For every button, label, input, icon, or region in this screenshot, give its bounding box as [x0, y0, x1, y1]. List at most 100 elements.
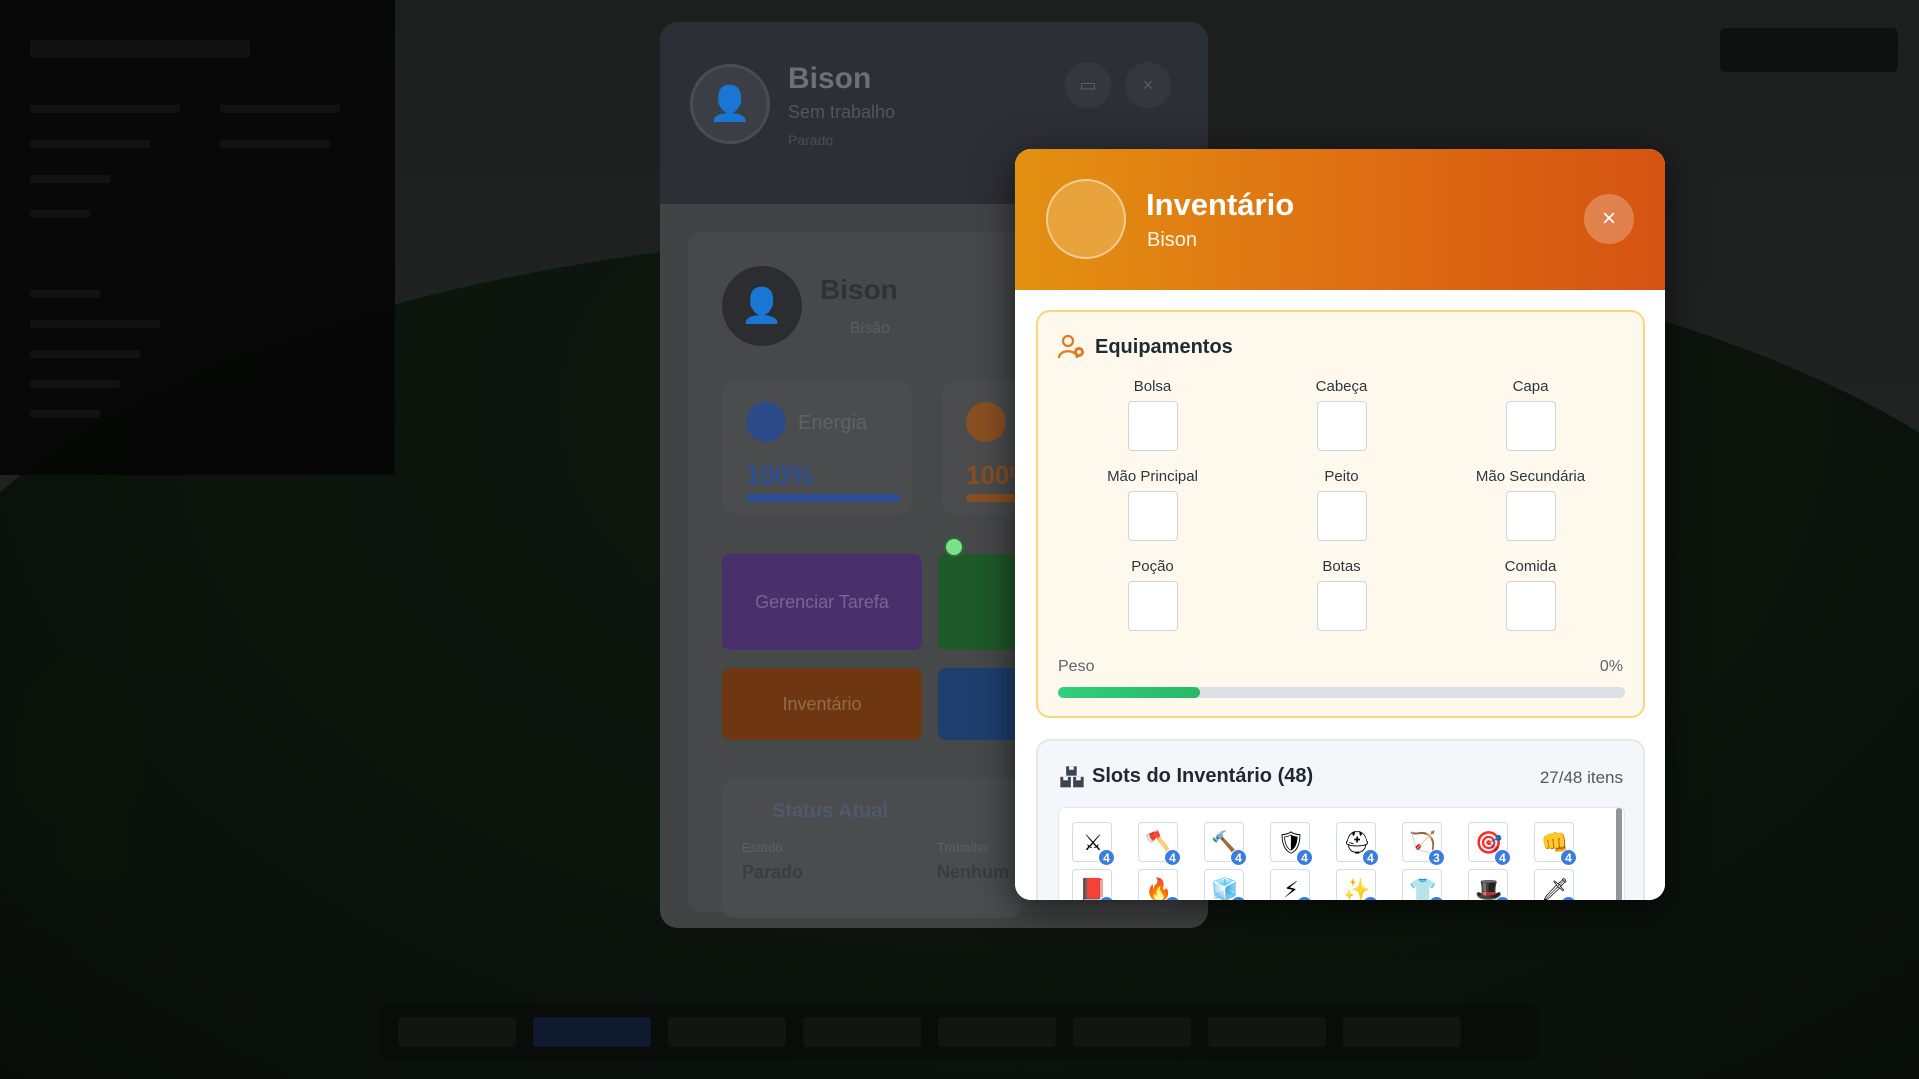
character-status: Parado — [788, 132, 834, 148]
equipment-slot: Poção — [1058, 556, 1247, 646]
action-button-green[interactable] — [938, 554, 1018, 650]
energy-icon — [746, 402, 786, 442]
equipment-slot: Cabeça — [1247, 376, 1436, 466]
status-title: Status Atual — [772, 800, 888, 822]
cursor-indicator — [944, 537, 964, 557]
item-quantity-badge: 4 — [1362, 849, 1379, 866]
toolbar-button[interactable] — [1073, 1017, 1191, 1047]
weight-bar-fill — [1058, 687, 1200, 698]
inventory-item[interactable]: 🔨 4 — [1204, 822, 1247, 866]
toolbar-button[interactable] — [803, 1017, 921, 1047]
equipment-slot-label: Bolsa — [1133, 378, 1172, 395]
manage-task-button[interactable]: Gerenciar Tarefa — [722, 554, 922, 650]
equipment-slot: Mão Secundária — [1436, 466, 1625, 556]
card-name: Bison — [820, 274, 898, 305]
user-gear-icon — [1058, 334, 1084, 359]
user-icon: 👤 — [722, 266, 802, 346]
item-quantity-badge: 4 — [1098, 849, 1115, 866]
inventory-item[interactable]: 🎩4 — [1468, 869, 1511, 900]
equipment-slot-box[interactable] — [1127, 581, 1178, 631]
modal-header: Inventário Bison × — [1015, 149, 1665, 290]
energy-label: Energia — [798, 412, 867, 434]
inventory-button[interactable]: Inventário — [722, 668, 922, 740]
tree — [120, 560, 210, 680]
item-quantity-badge: 3 — [1428, 849, 1445, 866]
equipment-slot-box[interactable] — [1127, 491, 1178, 541]
equipment-slot-box[interactable] — [1316, 491, 1367, 541]
tree — [60, 780, 130, 880]
equipment-slot-label: Poção — [1131, 558, 1174, 575]
energy-stat: Energia 100% — [722, 380, 912, 514]
scrollbar-thumb[interactable] — [1616, 808, 1622, 900]
manage-task-label: Gerenciar Tarefa — [755, 591, 889, 612]
character-name: Bison — [788, 62, 872, 95]
inventory-item[interactable]: 👕4 — [1402, 869, 1445, 900]
inventory-item[interactable]: 👊 4 — [1534, 822, 1577, 866]
character-avatar — [1046, 179, 1126, 259]
card-species: Bisão — [850, 320, 891, 337]
toolbar-button[interactable] — [938, 1017, 1056, 1047]
equipment-slot-label: Peito — [1324, 468, 1359, 485]
inventory-item[interactable]: 🎯 4 — [1468, 822, 1511, 866]
toolbar-button[interactable] — [1343, 1017, 1461, 1047]
equipment-slot-box[interactable] — [1505, 491, 1556, 541]
equipment-slot: Mão Principal — [1058, 466, 1247, 556]
inventory-item[interactable]: ✨4 — [1336, 869, 1379, 900]
item-quantity-badge: 4 — [1296, 849, 1313, 866]
inventory-item[interactable]: ⚔ 4 — [1072, 822, 1115, 866]
inventory-item[interactable]: 🏹 3 — [1402, 822, 1445, 866]
user-icon: 👤 — [690, 64, 770, 144]
item-quantity-badge: 4 — [1494, 849, 1511, 866]
character-job: Sem trabalho — [788, 102, 896, 122]
close-icon[interactable]: × — [1125, 62, 1171, 108]
equipment-slot: Capa — [1436, 376, 1625, 466]
equipment-slot-label: Comida — [1504, 558, 1557, 575]
toolbar-button[interactable] — [1208, 1017, 1326, 1047]
equipment-slot-box[interactable] — [1316, 581, 1367, 631]
boxes-icon — [1060, 766, 1084, 788]
inventory-item[interactable]: 🛡 4 — [1270, 822, 1313, 866]
status-task-label: Trabalho — [937, 840, 988, 855]
inventory-item[interactable]: 📕2 — [1072, 869, 1115, 900]
chat-icon[interactable]: ▭ — [1065, 62, 1111, 108]
equipment-slot-box[interactable] — [1505, 581, 1556, 631]
toolbar-button[interactable] — [398, 1017, 516, 1047]
equipment-slot-box[interactable] — [1316, 401, 1367, 451]
hunger-icon — [966, 402, 1006, 442]
weight-label: Peso — [1058, 658, 1095, 675]
world-info-panel — [0, 0, 395, 475]
equipment-title: Equipamentos — [1095, 336, 1233, 358]
scrollbar[interactable] — [1616, 808, 1622, 900]
equipment-slot-box[interactable] — [1505, 401, 1556, 451]
inventory-item-list[interactable]: ⚔4 🪓4 🔨4 🛡4 ⛑4 🏹3 🎯4 👊4 📕2 🔥4 🧊4 ⚡4 ✨4 👕4 🎩4 🗡5 — [1058, 807, 1625, 900]
inventory-item[interactable]: ⛑ 4 — [1336, 822, 1379, 866]
item-quantity-badge: 4 — [1164, 849, 1181, 866]
weight-value: 0% — [1599, 658, 1623, 675]
close-button[interactable]: × — [1584, 194, 1634, 244]
action-button-blue[interactable] — [938, 668, 1018, 740]
status-state-label: Estado — [742, 840, 783, 855]
status-state-value: Parado — [742, 862, 804, 882]
toolbar-button[interactable] — [533, 1017, 651, 1047]
equipment-slot-label: Cabeça — [1315, 378, 1368, 395]
toolbar-button[interactable] — [668, 1017, 786, 1047]
equipment-slot: Peito — [1247, 466, 1436, 556]
equipment-slot-label: Mão Secundária — [1475, 468, 1586, 485]
inventory-modal: Inventário Bison × Equipamentos Bolsa Cab… — [1015, 149, 1665, 900]
top-right-button[interactable] — [1720, 28, 1898, 72]
equipment-section: Equipamentos Bolsa Cabeça Capa Mão Principa… — [1036, 310, 1645, 718]
equipment-slot-box[interactable] — [1127, 401, 1178, 451]
item-quantity-badge: 4 — [1560, 849, 1577, 866]
inventory-item[interactable]: 🗡5 — [1534, 869, 1577, 900]
inventory-item[interactable]: 🔥4 — [1138, 869, 1181, 900]
item-quantity-badge: 4 — [1230, 849, 1247, 866]
modal-body: Equipamentos Bolsa Cabeça Capa Mão Principa… — [1015, 290, 1665, 900]
inventory-item[interactable]: 🪓 4 — [1138, 822, 1181, 866]
inventory-item[interactable]: ⚡4 — [1270, 869, 1313, 900]
inventory-slots-section: Slots do Inventário (48) 27/48 itens ⚔ 4 🪓… — [1036, 739, 1645, 900]
inventory-count: 27/48 itens — [1539, 768, 1623, 787]
bottom-toolbar — [378, 1005, 1538, 1059]
inventory-item[interactable]: 🧊4 — [1204, 869, 1247, 900]
equipment-slot: Comida — [1436, 556, 1625, 646]
equipment-slot: Botas — [1247, 556, 1436, 646]
